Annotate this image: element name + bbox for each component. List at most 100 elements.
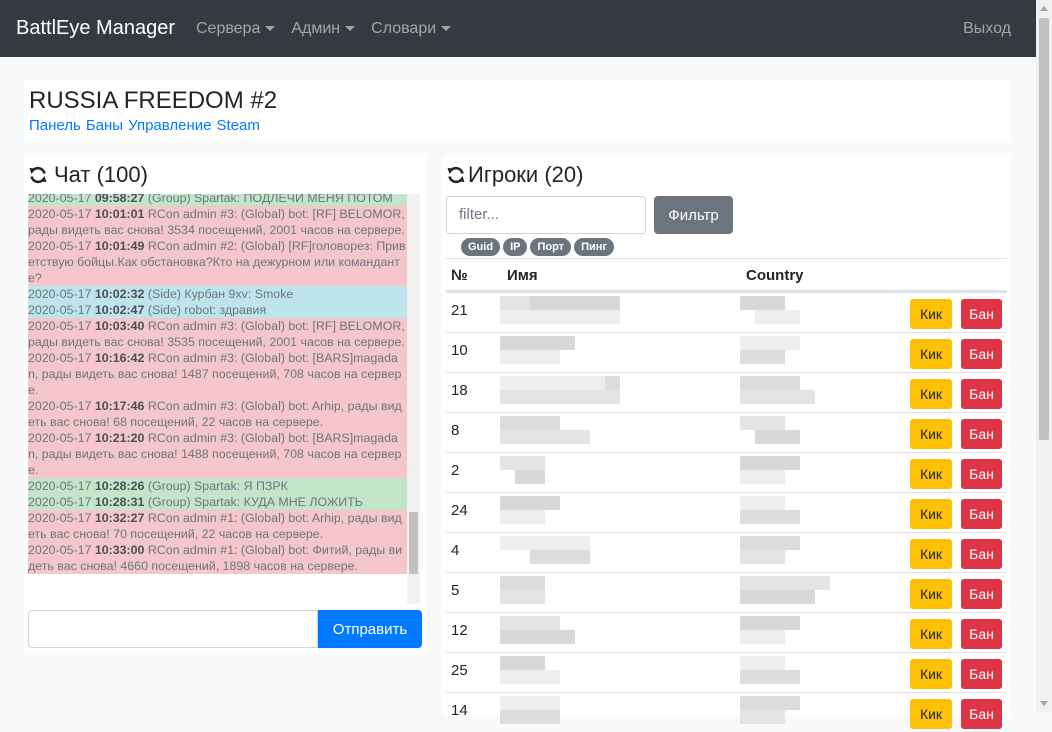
chat-message: 2020-05-17 10:21:20 RCon admin #3: (Glob… — [28, 430, 407, 478]
top-navbar: BattlEye Manager Сервера Админ Словари В… — [0, 0, 1036, 57]
kick-button[interactable]: Кик — [910, 379, 952, 409]
ban-button[interactable]: Бан — [961, 419, 1002, 449]
caret-down-icon — [345, 26, 356, 31]
filter-button[interactable]: Фильтр — [654, 196, 733, 234]
kick-button[interactable]: Кик — [910, 539, 952, 569]
kick-button[interactable]: Кик — [910, 299, 952, 329]
player-number: 2 — [451, 462, 460, 479]
kick-button[interactable]: Кик — [910, 419, 952, 449]
player-name-pixelated — [500, 456, 635, 488]
col-number[interactable]: № — [451, 267, 468, 284]
chat-log[interactable]: 2020-05-17 09:58:27 (Group) Spartak: ПОД… — [28, 194, 407, 604]
subnav-steam-link[interactable]: Steam — [216, 117, 259, 134]
chat-messages: 2020-05-17 09:58:27 (Group) Spartak: ПОД… — [28, 194, 407, 574]
badge-port[interactable]: Порт — [530, 238, 572, 256]
column-toggle-badges: Guid IP Порт Пинг — [461, 238, 614, 256]
kick-button[interactable]: Кик — [910, 499, 952, 529]
players-title: Игроки (20) — [446, 162, 583, 188]
ban-button[interactable]: Бан — [961, 659, 1002, 689]
player-row: 12 Кик Бан — [446, 612, 1007, 652]
kick-button[interactable]: Кик — [910, 579, 952, 609]
ban-button[interactable]: Бан — [961, 459, 1002, 489]
player-row: 18 Кик Бан — [446, 372, 1007, 412]
subnav-manage-link[interactable]: Управление — [128, 117, 211, 134]
player-number: 12 — [451, 622, 468, 639]
kick-button[interactable]: Кик — [910, 699, 952, 729]
filter-input[interactable]: filter... — [446, 196, 646, 234]
player-number: 25 — [451, 662, 468, 679]
chat-message: 2020-05-17 10:02:32 (Side) Курбан 9xv: S… — [28, 286, 407, 302]
player-name-pixelated — [500, 656, 635, 688]
ban-button[interactable]: Бан — [961, 539, 1002, 569]
badge-ping[interactable]: Пинг — [574, 238, 614, 256]
ban-button[interactable]: Бан — [961, 299, 1002, 329]
kick-button[interactable]: Кик — [910, 459, 952, 489]
logout-link[interactable]: Выход — [963, 20, 1011, 38]
player-name-pixelated — [500, 296, 635, 328]
chat-message-text: (Side) Курбан 9xv: Smoke — [147, 287, 294, 301]
send-button[interactable]: Отправить — [318, 610, 422, 648]
chat-message: 2020-05-17 10:33:00 RCon admin #1: (Glob… — [28, 542, 407, 574]
ban-button[interactable]: Бан — [961, 619, 1002, 649]
caret-down-icon — [441, 26, 452, 31]
chat-message: 2020-05-17 10:01:49 RCon admin #2: (Glob… — [28, 238, 407, 286]
chat-message-date: 2020-05-17 — [28, 511, 92, 525]
ban-button[interactable]: Бан — [961, 339, 1002, 369]
player-country-pixelated — [740, 416, 835, 448]
server-subnav: Панель Баны Управление Steam — [29, 116, 1005, 136]
player-row: 21 Кик Бан — [446, 292, 1007, 332]
col-country[interactable]: Country — [746, 267, 804, 284]
chat-panel: Чат (100) 2020-05-17 09:58:27 (Group) Sp… — [24, 156, 426, 652]
menu-admin[interactable]: Админ — [291, 20, 356, 38]
refresh-icon[interactable] — [28, 165, 48, 185]
player-number: 21 — [451, 302, 468, 319]
chat-message-text: (Group) Spartak: ПОДЛЕЧИ МЕНЯ ПОТОМ — [147, 194, 393, 205]
subnav-panel-link[interactable]: Панель — [29, 117, 81, 134]
chat-scrollbar-thumb[interactable] — [409, 512, 418, 574]
chat-message-time: 10:03:40 — [94, 319, 145, 333]
chat-message-date: 2020-05-17 — [28, 207, 92, 221]
chat-scrollbar[interactable] — [407, 194, 420, 604]
player-number: 14 — [451, 702, 468, 719]
menu-dictionaries[interactable]: Словари — [371, 19, 452, 38]
chat-message-date: 2020-05-17 — [28, 194, 92, 205]
menu-dictionaries-label: Словари — [371, 19, 437, 37]
players-table-body: 21 Кик Бан 10 Кик Бан 18 Кик Бан 8 Кик Бан 2 Кик Бан 24… — [446, 292, 1007, 732]
brand-logo[interactable]: BattlEye Manager — [16, 17, 175, 40]
chat-message-input[interactable] — [28, 610, 318, 648]
chat-message: 2020-05-17 09:58:27 (Group) Spartak: ПОД… — [28, 194, 407, 206]
kick-button[interactable]: Кик — [910, 619, 952, 649]
badge-guid[interactable]: Guid — [461, 238, 501, 256]
players-title-text: Игроки (20) — [468, 162, 584, 187]
badge-ip[interactable]: IP — [503, 238, 528, 256]
menu-servers[interactable]: Сервера — [196, 20, 276, 38]
chat-message: 2020-05-17 10:02:47 (Side) robot: здрави… — [28, 302, 407, 318]
ban-button[interactable]: Бан — [961, 499, 1002, 529]
kick-button[interactable]: Кик — [910, 659, 952, 689]
scroll-down-arrow-icon[interactable] — [1040, 701, 1048, 706]
chat-message-time: 10:28:26 — [94, 479, 145, 493]
chat-message-date: 2020-05-17 — [28, 495, 92, 509]
col-name[interactable]: Имя — [507, 267, 538, 284]
chat-message-time: 10:21:20 — [94, 431, 145, 445]
chat-message-time: 10:02:32 — [94, 287, 145, 301]
scroll-up-arrow-icon[interactable] — [1040, 6, 1048, 11]
kick-button[interactable]: Кик — [910, 339, 952, 369]
chat-message-date: 2020-05-17 — [28, 351, 92, 365]
chat-message-time: 10:17:46 — [94, 399, 145, 413]
refresh-icon[interactable] — [446, 165, 466, 185]
page-scrollbar-thumb[interactable] — [1039, 18, 1049, 440]
chat-message: 2020-05-17 10:01:01 RCon admin #3: (Glob… — [28, 206, 407, 238]
page-scrollbar[interactable] — [1036, 0, 1052, 712]
player-name-pixelated — [500, 696, 635, 728]
ban-button[interactable]: Бан — [961, 379, 1002, 409]
chat-message: 2020-05-17 10:28:26 (Group) Spartak: Я П… — [28, 478, 407, 494]
ban-button[interactable]: Бан — [961, 579, 1002, 609]
player-number: 5 — [451, 582, 460, 599]
chat-message: 2020-05-17 10:32:27 RCon admin #1: (Glob… — [28, 510, 407, 542]
ban-button[interactable]: Бан — [961, 699, 1002, 729]
chat-message: 2020-05-17 10:16:42 RCon admin #3: (Glob… — [28, 350, 407, 398]
subnav-bans-link[interactable]: Баны — [86, 117, 123, 134]
player-country-pixelated — [740, 616, 835, 648]
chat-message-date: 2020-05-17 — [28, 319, 92, 333]
